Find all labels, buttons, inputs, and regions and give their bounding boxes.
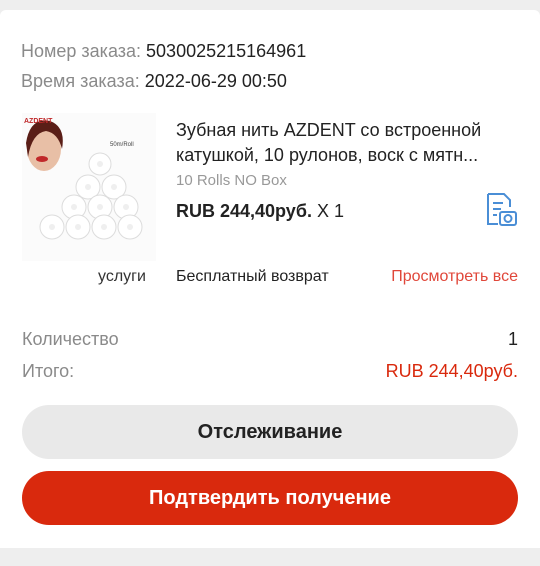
- services-label: услуги: [98, 268, 146, 285]
- product-price-row: RUB 244,40руб. X 1: [176, 201, 344, 222]
- quantity-value: 1: [507, 329, 518, 349]
- total-value: RUB 244,40руб.: [385, 361, 518, 381]
- order-number-value: 5030025215164961: [146, 41, 307, 61]
- product-variant: 10 Rolls NO Box: [176, 172, 287, 189]
- total-label: Итого:: [22, 361, 75, 381]
- product-thumbnail[interactable]: AZDENT 50m/Roll: [22, 113, 156, 261]
- order-time-label: Время заказа:: [21, 71, 140, 91]
- product-image-brand: AZDENT: [24, 118, 53, 125]
- quantity-label: Количество: [22, 329, 119, 349]
- confirm-receipt-button[interactable]: Подтвердить получение: [22, 471, 518, 525]
- invoice-camera-icon[interactable]: [484, 191, 518, 229]
- product-price: RUB 244,40руб.: [176, 201, 312, 221]
- order-time-value: 2022-06-29 00:50: [144, 71, 287, 91]
- product-quantity: X 1: [316, 201, 344, 221]
- product-image: AZDENT 50m/Roll: [22, 113, 156, 261]
- product-title[interactable]: Зубная нить AZDENT со встроенной катушко…: [176, 118, 516, 168]
- total-row: Итого: RUB 244,40руб.: [22, 361, 518, 382]
- view-all-services-link[interactable]: Просмотреть все: [391, 268, 518, 286]
- quantity-row: Количество 1: [22, 329, 518, 350]
- services-value: Бесплатный возврат: [176, 268, 329, 285]
- order-number-label: Номер заказа:: [21, 41, 142, 61]
- product-image-caption: 50m/Roll: [110, 142, 134, 148]
- track-order-button[interactable]: Отслеживание: [22, 405, 518, 459]
- order-number-row: Номер заказа: 5030025215164961: [21, 41, 306, 62]
- order-card: Номер заказа: 5030025215164961 Время зак…: [0, 10, 540, 548]
- order-time-row: Время заказа: 2022-06-29 00:50: [21, 71, 287, 92]
